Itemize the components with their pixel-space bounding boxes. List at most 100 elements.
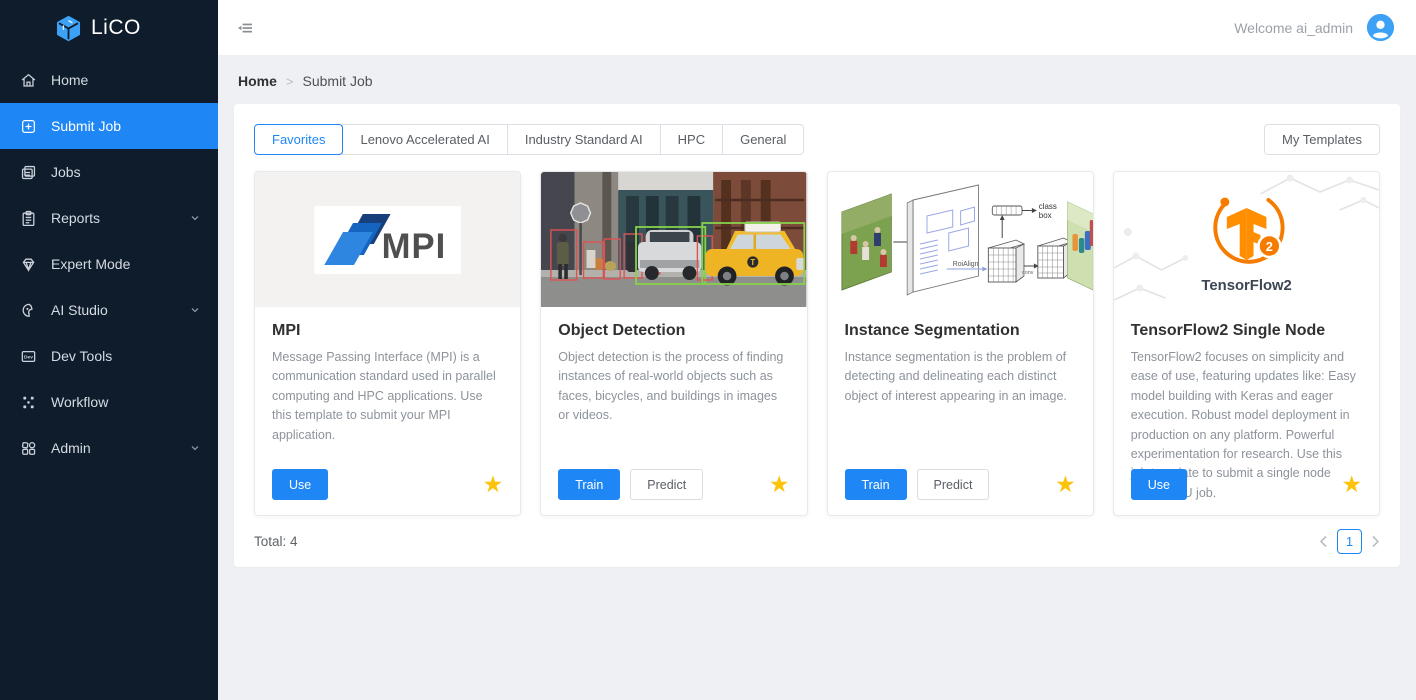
topbar-right: Welcome ai_admin [1234,14,1394,41]
template-card-object-detection: T Object Detection Object det [540,171,807,516]
use-button[interactable]: Use [1131,469,1187,500]
sidebar-fold-icon[interactable] [236,19,254,37]
workflow-icon [20,394,37,411]
chevron-down-icon [190,210,200,226]
topbar: Welcome ai_admin [218,0,1416,55]
tab-hpc[interactable]: HPC [660,124,723,155]
sidebar-item-label: Submit Job [51,118,121,134]
card-actions: Train Predict ★ [845,469,1076,500]
roialign-label: RoiAlign [952,261,978,268]
predict-button[interactable]: Predict [917,469,990,500]
object-detection-template-image: T [541,172,806,307]
card-body: Instance Segmentation Instance segmentat… [828,307,1093,406]
favorite-star-icon[interactable]: ★ [1341,473,1362,496]
svg-text:Dev: Dev [24,354,33,360]
sidebar-item-submit-job[interactable]: Submit Job [0,103,218,149]
sidebar-item-label: Admin [51,440,91,456]
card-description: Object detection is the process of findi… [558,348,789,426]
breadcrumb-separator: > [286,74,294,89]
submit-job-icon [20,118,37,135]
template-category-tabs: Favorites Lenovo Accelerated AI Industry… [254,124,804,155]
my-templates-button[interactable]: My Templates [1264,124,1380,155]
card-description: Instance segmentation is the problem of … [845,348,1076,406]
template-card-instance-segmentation: RoiAlign conv [827,171,1094,516]
svg-text:T: T [751,258,756,267]
card-actions: Train Predict ★ [558,469,789,500]
tf2-badge: 2 [1266,239,1273,254]
breadcrumb-current: Submit Job [303,73,373,89]
next-page-icon[interactable] [1371,535,1380,548]
toolbar: Favorites Lenovo Accelerated AI Industry… [254,124,1380,155]
use-button[interactable]: Use [272,469,328,500]
home-icon [20,72,37,89]
templates-panel: Favorites Lenovo Accelerated AI Industry… [234,104,1400,567]
expert-mode-icon [20,256,37,273]
tab-favorites[interactable]: Favorites [254,124,343,155]
tab-lenovo-accelerated-ai[interactable]: Lenovo Accelerated AI [342,124,507,155]
sidebar-item-home[interactable]: Home [0,57,218,103]
chevron-down-icon [190,302,200,318]
box-label: box [1038,211,1051,220]
card-title: TensorFlow2 Single Node [1131,322,1362,340]
card-title: MPI [272,322,503,340]
train-button[interactable]: Train [558,469,620,500]
tensorflow2-template-image: 2 TensorFlow2 [1114,172,1379,307]
pagination: 1 [1319,529,1380,554]
main-area: Welcome ai_admin Home > Submit Job Favor… [218,0,1416,700]
favorite-star-icon[interactable]: ★ [769,473,790,496]
app-logo: LiCO [0,0,218,56]
sidebar-item-label: Workflow [51,394,108,410]
sidebar-item-ai-studio[interactable]: AI Studio [0,287,218,333]
sidebar-nav: Home Submit Job Jobs Reports [0,57,218,471]
instance-segmentation-template-image: RoiAlign conv [828,172,1093,307]
sidebar-item-label: Jobs [51,164,81,180]
logo-text: LiCO [91,16,141,40]
sidebar-item-dev-tools[interactable]: Dev Dev Tools [0,333,218,379]
favorite-star-icon[interactable]: ★ [483,473,504,496]
sidebar: LiCO Home Submit Job Jobs [0,0,218,700]
ai-studio-icon [20,302,37,319]
tab-general[interactable]: General [722,124,804,155]
lico-cube-icon [55,15,82,42]
tf2-caption: TensorFlow2 [1201,277,1291,294]
template-card-mpi: MPI MPI Message Passing Interface (MPI) … [254,171,521,516]
class-label: class [1038,202,1056,211]
user-icon [1367,14,1394,41]
prev-page-icon[interactable] [1319,535,1328,548]
sidebar-item-jobs[interactable]: Jobs [0,149,218,195]
sidebar-item-admin[interactable]: Admin [0,425,218,471]
template-card-tensorflow2: 2 TensorFlow2 TensorFlow2 Single Node Te… [1113,171,1380,516]
lico-app: LiCO Home Submit Job Jobs [0,0,1416,700]
template-cards: MPI MPI Message Passing Interface (MPI) … [254,171,1380,516]
sidebar-item-expert-mode[interactable]: Expert Mode [0,241,218,287]
user-avatar[interactable] [1367,14,1394,41]
page-number[interactable]: 1 [1337,529,1362,554]
favorite-star-icon[interactable]: ★ [1055,473,1076,496]
sidebar-item-label: Home [51,72,88,88]
card-title: Object Detection [558,322,789,340]
sidebar-item-label: Reports [51,210,100,226]
breadcrumb-home[interactable]: Home [238,73,277,89]
sidebar-item-reports[interactable]: Reports [0,195,218,241]
sidebar-item-workflow[interactable]: Workflow [0,379,218,425]
predict-button[interactable]: Predict [630,469,703,500]
welcome-text: Welcome ai_admin [1234,20,1353,36]
jobs-icon [20,164,37,181]
breadcrumb: Home > Submit Job [234,55,1400,104]
card-description: Message Passing Interface (MPI) is a com… [272,348,503,445]
panel-footer: Total: 4 1 [254,529,1380,554]
train-button[interactable]: Train [845,469,907,500]
card-body: MPI Message Passing Interface (MPI) is a… [255,307,520,445]
tab-industry-standard-ai[interactable]: Industry Standard AI [507,124,661,155]
conv-label: conv [1021,270,1033,276]
card-body: Object Detection Object detection is the… [541,307,806,426]
svg-text:MPI: MPI [382,227,447,266]
sidebar-item-label: Dev Tools [51,348,112,364]
sidebar-item-label: AI Studio [51,302,108,318]
total-count: Total: 4 [254,534,298,549]
card-title: Instance Segmentation [845,322,1076,340]
admin-icon [20,440,37,457]
reports-icon [20,210,37,227]
dev-tools-icon: Dev [20,348,37,365]
sidebar-item-label: Expert Mode [51,256,130,272]
